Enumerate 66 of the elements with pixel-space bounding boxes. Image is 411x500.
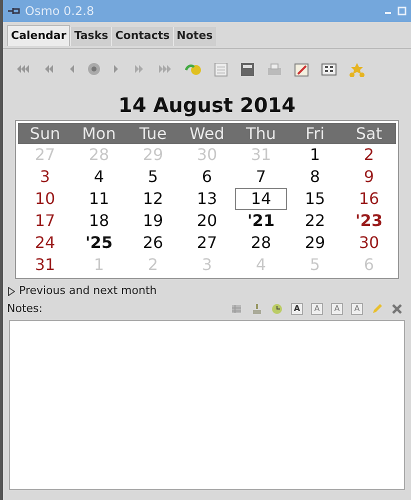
day-cell[interactable]: 4 <box>92 166 106 188</box>
calendar-icon[interactable] <box>214 62 228 76</box>
day-cell[interactable]: 15 <box>304 188 326 210</box>
expander-label[interactable]: Previous and next month <box>19 282 157 300</box>
weekday-header: Mon <box>81 124 117 144</box>
tab[interactable]: Calendar <box>7 25 70 46</box>
day-cell[interactable]: 28 <box>250 232 272 254</box>
weekday-header: Sun <box>28 124 62 144</box>
format-button[interactable]: A <box>311 303 323 315</box>
pencil-icon[interactable] <box>371 303 383 315</box>
day-cell[interactable]: '21 <box>246 210 276 232</box>
day-cell[interactable]: 18 <box>88 210 110 232</box>
window-title: Osmo 0.2.8 <box>25 3 94 20</box>
day-cell[interactable]: 24 <box>34 232 56 254</box>
maximize-icon[interactable] <box>397 6 407 16</box>
jump-icon[interactable] <box>185 62 202 76</box>
day-cell[interactable]: 8 <box>308 166 322 188</box>
day-cell[interactable]: 22 <box>304 210 326 232</box>
day-cell[interactable]: 2 <box>362 144 376 166</box>
close-icon[interactable] <box>391 303 403 315</box>
clock-icon[interactable] <box>271 303 283 315</box>
brush-icon[interactable] <box>251 303 263 315</box>
day-cell[interactable]: '23 <box>354 210 384 232</box>
grid-icon[interactable] <box>321 62 337 76</box>
day-cell[interactable]: 13 <box>196 188 218 210</box>
calculator-icon[interactable] <box>240 62 255 76</box>
weekday-header: Wed <box>188 124 226 144</box>
tab[interactable]: Notes <box>172 27 216 46</box>
format-button[interactable]: A <box>291 303 303 315</box>
tab[interactable]: Contacts <box>111 27 173 46</box>
day-cell[interactable]: 14 <box>235 188 287 210</box>
day-cell[interactable]: 11 <box>88 188 110 210</box>
weekday-header: Sat <box>354 124 384 144</box>
weekday-header: Tue <box>138 124 168 144</box>
printer-icon[interactable] <box>267 62 282 76</box>
notes-label: Notes: <box>7 300 42 317</box>
day-cell[interactable]: 29 <box>304 232 326 254</box>
day-cell[interactable]: 30 <box>358 232 380 254</box>
day-cell[interactable]: 27 <box>196 232 218 254</box>
date-heading: 14 August 2014 <box>117 92 297 118</box>
notepad-icon[interactable] <box>294 62 309 76</box>
weekday-header: Thu <box>244 124 278 144</box>
day-cell[interactable]: 26 <box>142 232 164 254</box>
today-icon[interactable] <box>87 62 101 76</box>
day-cell[interactable]: 16 <box>358 188 380 210</box>
weekday-header: Fri <box>304 124 326 144</box>
day-cell[interactable]: 9 <box>362 166 376 188</box>
day-cell[interactable]: 17 <box>34 210 56 232</box>
format-button[interactable]: A <box>331 303 343 315</box>
day-cell[interactable]: 1 <box>308 144 322 166</box>
tab[interactable]: Tasks <box>70 27 112 46</box>
stars-icon[interactable] <box>349 62 365 76</box>
table-icon[interactable] <box>231 303 243 315</box>
day-cell[interactable]: '25 <box>84 232 114 254</box>
day-cell[interactable]: 19 <box>142 210 164 232</box>
day-cell[interactable]: 31 <box>34 254 56 276</box>
day-cell[interactable]: 3 <box>38 166 52 188</box>
expander-arrow-icon[interactable] <box>7 286 15 296</box>
day-cell[interactable]: 7 <box>254 166 268 188</box>
day-cell[interactable]: 20 <box>196 210 218 232</box>
day-cell[interactable]: 12 <box>142 188 164 210</box>
format-button[interactable]: A <box>351 303 363 315</box>
day-cell[interactable]: 10 <box>34 188 56 210</box>
pin-icon[interactable] <box>7 6 21 16</box>
day-cell[interactable]: 6 <box>200 166 214 188</box>
day-cell[interactable]: 5 <box>146 166 160 188</box>
